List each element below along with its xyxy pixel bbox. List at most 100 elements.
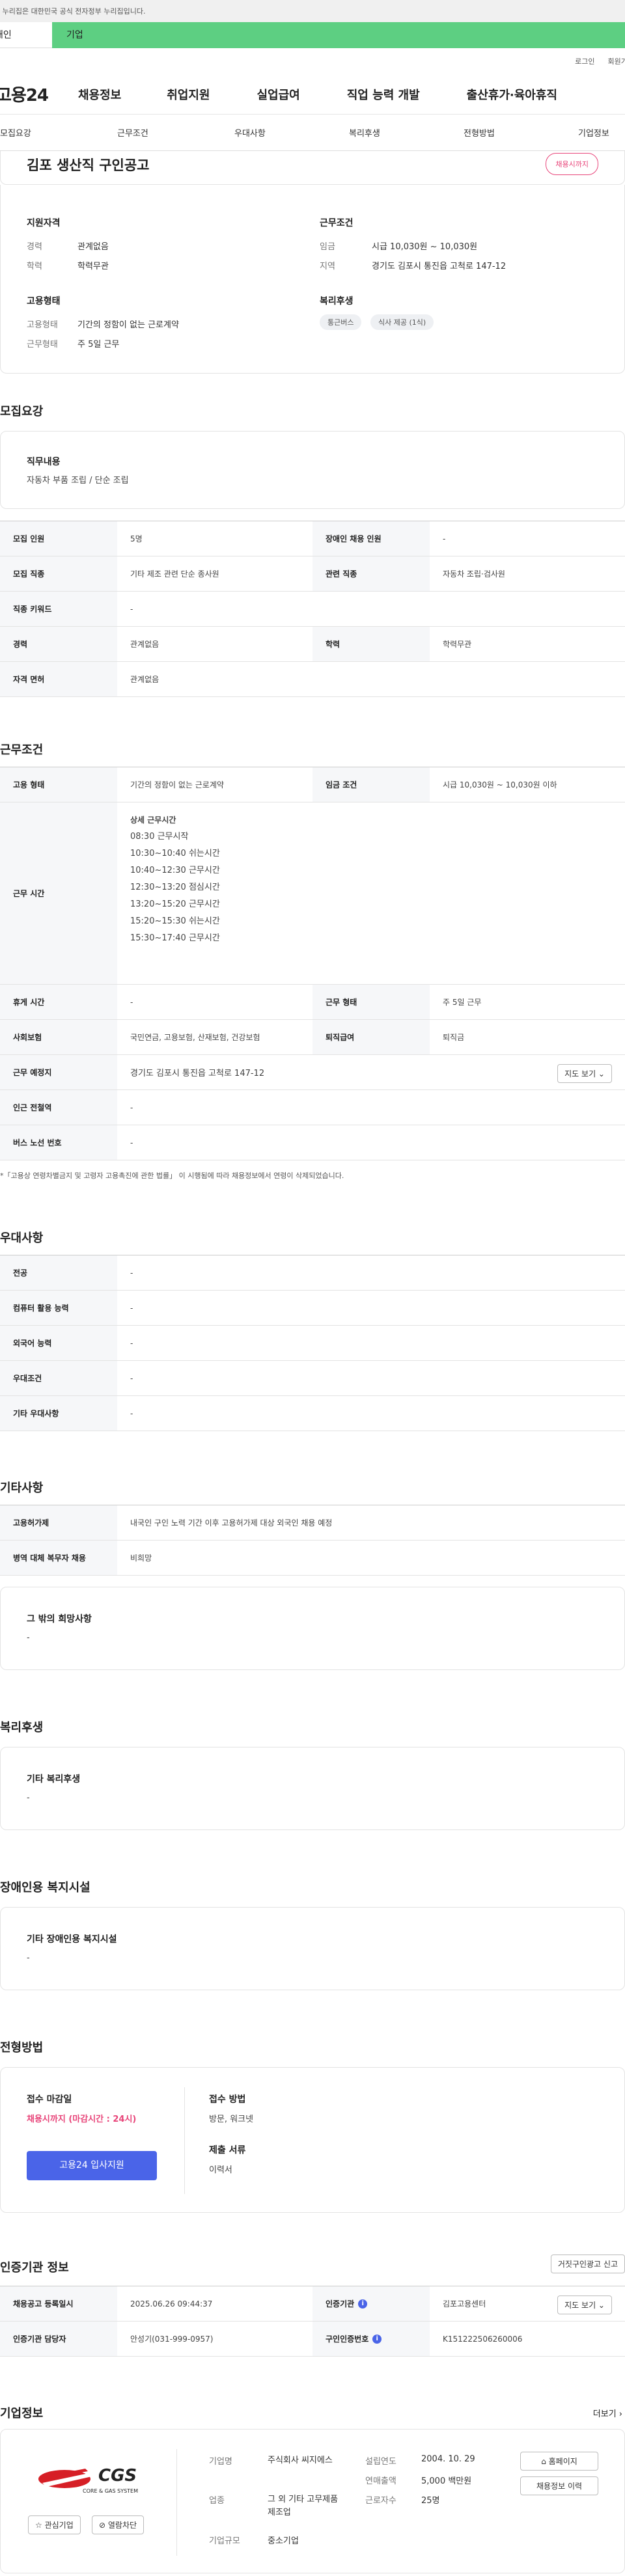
divider <box>184 2087 185 2194</box>
wage-value: 시급 10,030원 ~ 10,030원 <box>372 242 478 252</box>
career-value: 관계없음 <box>77 242 109 252</box>
process-section-title: 전형방법 <box>0 2041 44 2055</box>
table-cell: - <box>130 1408 133 1418</box>
table-header: 인증기관 담당자 <box>0 2322 117 2356</box>
emp-title: 고용형태 <box>27 296 61 307</box>
gnb-item[interactable]: 출산휴가·육아휴직 <box>467 86 557 103</box>
company-logo-subtext: CORE & GAS SYSTEM <box>83 2488 138 2494</box>
table-header: 근무 예정지 <box>0 1055 117 1089</box>
cond-title: 근무조건 <box>320 218 354 228</box>
signup-link[interactable]: 회원가입 <box>608 56 625 66</box>
info-icon[interactable]: i <box>358 2299 368 2309</box>
subnav-item[interactable]: 모집요강 <box>0 126 117 139</box>
wage-label: 임금 <box>320 242 335 252</box>
emptype-value: 기간의 정함이 없는 근로계약 <box>77 320 179 330</box>
info-icon[interactable]: i <box>372 2334 382 2344</box>
est-value: 2004. 10. 29 <box>421 2454 475 2464</box>
work-time-list: 상세 근무시간 08:30 근무시작 10:30~10:40 쉬는시간 10:4… <box>117 802 625 984</box>
table-header: 근무 시간 <box>0 802 117 984</box>
table-header: 모집 인원 <box>0 521 117 556</box>
apply-button[interactable]: 고용24 입사지원 <box>27 2151 157 2180</box>
table-header: 근무 형태 <box>312 985 430 1019</box>
table-cell: K151222506260006 <box>443 2334 523 2344</box>
table-row: 직종 키워드 - <box>0 592 625 627</box>
area-label: 지역 <box>320 262 335 271</box>
disabled-section-title: 장애인용 복지시설 <box>0 1881 90 1895</box>
table-cell: - <box>130 1103 133 1112</box>
table-row: 전공 - <box>0 1255 625 1291</box>
table-cell: - <box>130 1373 133 1383</box>
tab-personal[interactable]: 개인 <box>0 22 52 48</box>
homepage-button[interactable]: ⌂ 홈페이지 <box>520 2452 598 2471</box>
site-logo[interactable]: 고용24 <box>0 82 69 106</box>
duty-heading: 직무내용 <box>27 457 61 467</box>
map-view-button[interactable]: 지도 보기 ⌄ <box>557 1064 612 1083</box>
subnav-item[interactable]: 기업정보 <box>578 126 609 139</box>
work-time-line: 12:30~13:20 점심시간 <box>130 883 220 892</box>
job-title: 김포 생산직 구인공고 <box>27 158 150 173</box>
method-heading: 접수 방법 <box>209 2094 246 2105</box>
subnav-item[interactable]: 우대사항 <box>234 126 349 139</box>
table-row: 인근 전철역 - <box>0 1090 625 1125</box>
work-section-title: 근무조건 <box>0 743 44 757</box>
table-cell: - <box>130 1338 133 1348</box>
subnav-item[interactable]: 전형방법 <box>464 126 578 139</box>
main-content: 김포 생산직 구인공고 채용시까지 지원자격 경력 관계없음 학력 학력무관 근… <box>0 151 625 2576</box>
table-row: 모집 인원 5명 장애인 채용 인원 - <box>0 521 625 556</box>
welfare-box: 기타 복리후생 - <box>0 1747 625 1830</box>
welfare-title: 복리후생 <box>320 296 354 307</box>
table-cell: 5명 <box>130 534 143 543</box>
table-header: 채용공고 등록일시 <box>0 2286 117 2321</box>
qual-title: 지원자격 <box>27 218 61 228</box>
company-size-value: 중소기업 <box>268 2536 299 2546</box>
table-cell: 관계없음 <box>130 640 160 649</box>
gnb-item[interactable]: 실업급여 <box>257 86 300 103</box>
table-cell: 비희망 <box>130 1554 152 1563</box>
deadline-heading: 접수 마감일 <box>27 2094 72 2105</box>
company-more-link[interactable]: 더보기 › <box>593 2407 622 2419</box>
work-time-line: 13:20~15:20 근무시간 <box>130 899 220 909</box>
gnb-item[interactable]: 취업지원 <box>167 86 210 103</box>
block-view-button[interactable]: ⊘ 열람차단 <box>92 2515 145 2534</box>
gnb-item[interactable]: 채용정보 <box>78 86 121 103</box>
tab-company[interactable]: 기업 <box>52 22 625 48</box>
edu-value: 학력무관 <box>77 262 109 271</box>
agency-section-title: 인증기관 정보 <box>0 2261 69 2275</box>
table-cell: 학력무관 <box>443 640 472 649</box>
gov-notice-bar: 이 누리집은 대한민국 공식 전자정부 누리집입니다. <box>0 0 625 22</box>
other-wish-heading: 그 밖의 희망사항 <box>27 1614 92 1624</box>
recruit-table: 모집 인원 5명 장애인 채용 인원 - 모집 직종 기타 제조 관련 단순 종… <box>0 521 625 697</box>
table-header: 기타 우대사항 <box>0 1396 117 1431</box>
duty-box: 직무내용 자동차 부품 조립 / 단순 조립 <box>0 431 625 509</box>
table-header: 고용 형태 <box>0 767 117 802</box>
disabled-heading: 기타 장애인용 복지시설 <box>27 1934 117 1945</box>
table-cell: 주 5일 근무 <box>443 998 482 1007</box>
emptype-label: 고용형태 <box>27 320 58 330</box>
duty-text: 자동차 부품 조립 / 단순 조립 <box>27 476 129 486</box>
table-row: 고용허가제 내국인 구인 노력 기간 이후 고용허가제 대상 외국인 채용 예정 <box>0 1505 625 1541</box>
login-link[interactable]: 로그인 <box>575 56 594 66</box>
table-cell: 기타 제조 관련 단순 종사원 <box>130 569 219 579</box>
recruit-history-button[interactable]: 채용정보 이력 <box>520 2476 598 2495</box>
gnb-item[interactable]: 직업 능력 개발 <box>347 86 420 103</box>
section-nav: 모집요강 근무조건 우대사항 복리후생 전형방법 기업정보 <box>0 115 625 151</box>
job-header: 김포 생산직 구인공고 채용시까지 <box>0 151 625 185</box>
process-box: 접수 마감일 채용시까지 (마감시간 : 24시) 고용24 입사지원 접수 방… <box>0 2067 625 2213</box>
agency-map-button[interactable]: 지도 보기 ⌄ <box>557 2295 612 2314</box>
divider <box>176 2449 177 2556</box>
disabled-text: - <box>27 1953 30 1963</box>
table-header: 우대조건 <box>0 1361 117 1395</box>
company-logo: CGS CORE & GAS SYSTEM <box>33 2461 150 2500</box>
subnav-item[interactable]: 복리후생 <box>349 126 464 139</box>
work-time-line: 10:40~12:30 근무시간 <box>130 866 220 875</box>
etc-section-title: 기타사항 <box>0 1481 44 1495</box>
deadline-value: 채용시까지 (마감시간 : 24시) <box>27 2115 137 2124</box>
report-fake-ad-button[interactable]: 거짓구인광고 신고 <box>550 2254 625 2273</box>
table-row: 고용 형태 기간의 정함이 없는 근로계약 임금 조건 시급 10,030원 ~… <box>0 767 625 802</box>
subnav-item[interactable]: 근무조건 <box>117 126 234 139</box>
area-value: 경기도 김포시 통진읍 고척로 147-12 <box>372 262 507 271</box>
other-wish-text: - <box>27 1633 30 1643</box>
table-cell: - <box>130 1303 133 1313</box>
favorite-company-button[interactable]: ☆ 관심기업 <box>28 2515 81 2534</box>
table-header: 휴게 시간 <box>0 985 117 1019</box>
